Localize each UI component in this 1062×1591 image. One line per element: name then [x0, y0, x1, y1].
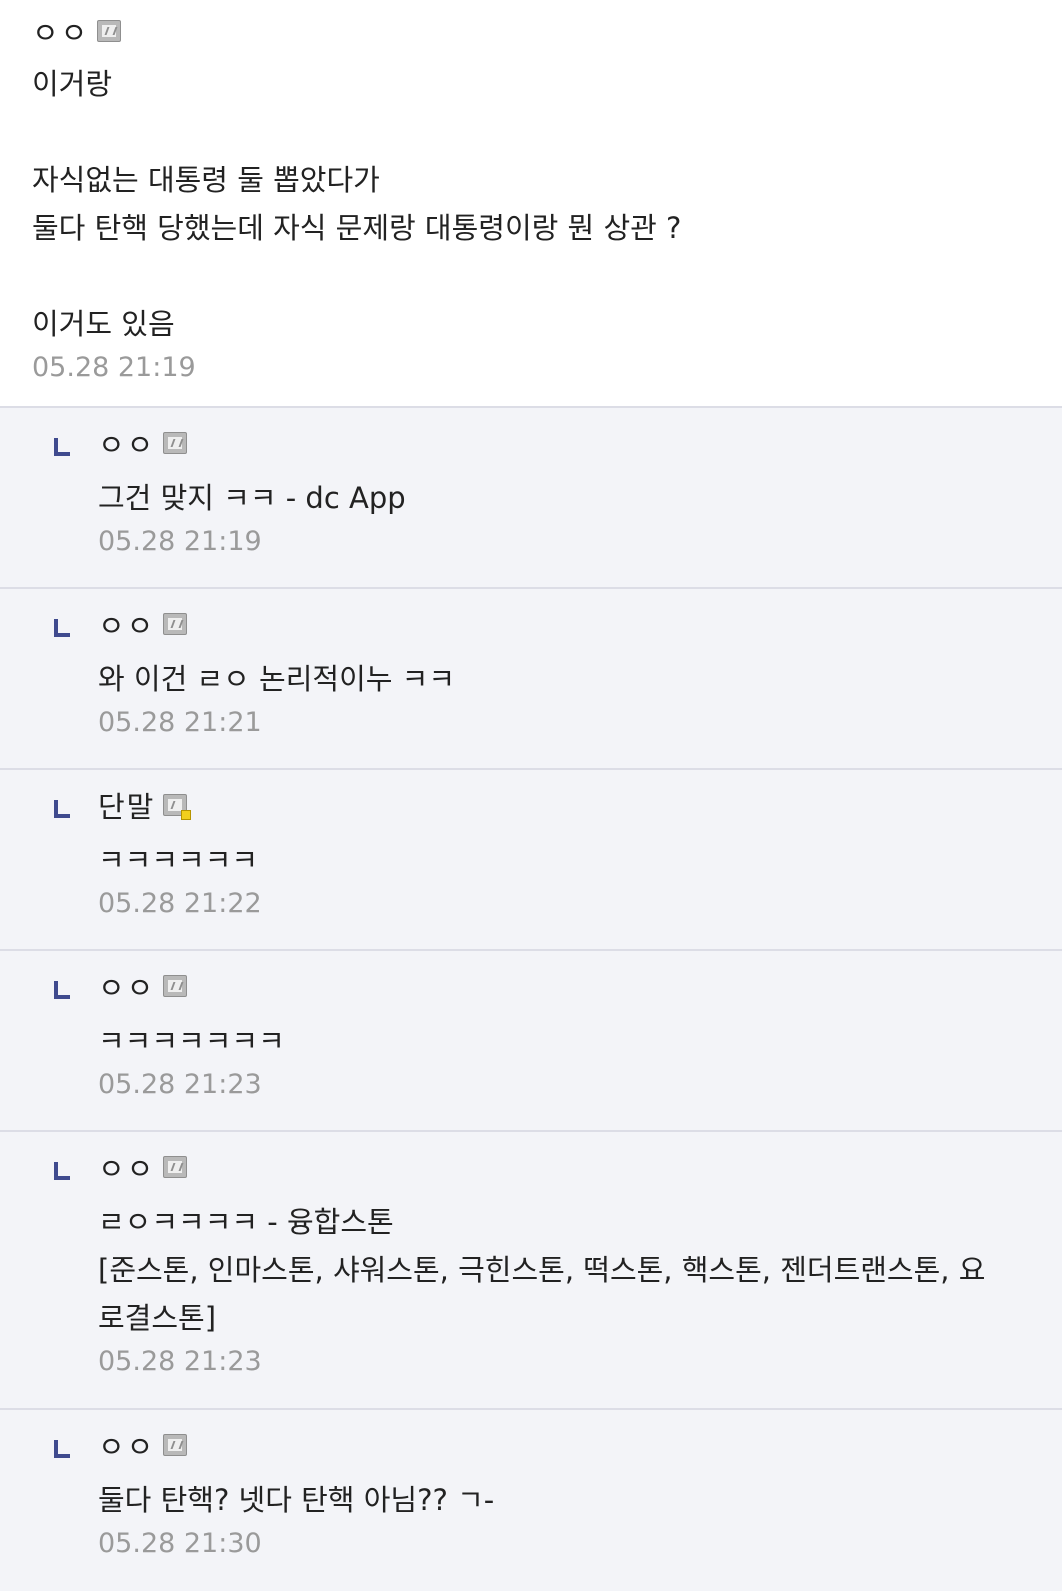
nickname-icon	[97, 20, 122, 42]
comment-text: 이거랑 자식없는 대통령 둘 뽑았다가 둘다 탄핵 당했는데 자식 문제랑 대통…	[32, 67, 682, 341]
reply-timestamp: 05.28 21:19	[98, 526, 262, 557]
reply-author-row: ㅇㅇ	[98, 603, 1030, 645]
reply-author[interactable]: ㅇㅇ	[98, 1146, 155, 1188]
reply-arrow-icon	[54, 800, 70, 818]
nickname-icon	[163, 432, 188, 454]
reply-item: ㅇㅇ 둘다 탄핵? 넷다 탄핵 아님?? ㄱ- 05.28 21:30	[0, 1410, 1062, 1591]
reply-item: ㅇㅇ 그건 맞지 ㅋㅋ - dc App 05.28 21:19	[0, 408, 1062, 589]
reply-text: ㄹㅇㅋㅋㅋㅋ - 융합스톤 [준스톤, 인마스톤, 샤워스톤, 극힌스톤, 떡스…	[98, 1205, 986, 1335]
reply-timestamp: 05.28 21:23	[98, 1069, 262, 1100]
comment-timestamp: 05.28 21:19	[32, 352, 196, 383]
reply-timestamp: 05.28 21:30	[98, 1528, 262, 1559]
nickname-icon	[163, 1156, 188, 1178]
nickname-icon	[163, 975, 188, 997]
reply-text: 둘다 탄핵? 넷다 탄핵 아님?? ㄱ-	[98, 1483, 495, 1517]
reply-arrow-icon	[54, 438, 70, 456]
reply-author-row: 단말	[98, 784, 1030, 826]
reply-text: ㅋㅋㅋㅋㅋㅋ	[98, 843, 259, 877]
reply-author-row: ㅇㅇ	[98, 965, 1030, 1007]
reply-author[interactable]: ㅇㅇ	[98, 603, 155, 645]
comment-author-row: ㅇㅇ	[32, 10, 1030, 52]
reply-author-row: ㅇㅇ	[98, 1146, 1030, 1188]
reply-timestamp: 05.28 21:21	[98, 707, 262, 738]
fixed-nickname-icon	[163, 794, 192, 820]
reply-author[interactable]: ㅇㅇ	[98, 422, 155, 464]
comment: ㅇㅇ 이거랑 자식없는 대통령 둘 뽑았다가 둘다 탄핵 당했는데 자식 문제랑…	[0, 0, 1062, 408]
reply-arrow-icon	[54, 619, 70, 637]
reply-author[interactable]: ㅇㅇ	[98, 965, 155, 1007]
reply-arrow-icon	[54, 981, 70, 999]
reply-text: 그건 맞지 ㅋㅋ - dc App	[98, 481, 406, 515]
reply-author[interactable]: 단말	[98, 784, 155, 826]
reply-item: ㅇㅇ ㅋㅋㅋㅋㅋㅋㅋ 05.28 21:23	[0, 951, 1062, 1132]
reply-item: ㅇㅇ 와 이건 ㄹㅇ 논리적이누 ㅋㅋ 05.28 21:21	[0, 589, 1062, 770]
reply-text: ㅋㅋㅋㅋㅋㅋㅋ	[98, 1024, 285, 1058]
reply-author[interactable]: ㅇㅇ	[98, 1424, 155, 1466]
nickname-icon	[163, 613, 188, 635]
nickname-icon	[163, 1434, 188, 1456]
reply-item: 단말 ㅋㅋㅋㅋㅋㅋ 05.28 21:22	[0, 770, 1062, 951]
reply-arrow-icon	[54, 1162, 70, 1180]
reply-timestamp: 05.28 21:22	[98, 888, 262, 919]
reply-arrow-icon	[54, 1440, 70, 1458]
reply-timestamp: 05.28 21:23	[98, 1346, 262, 1377]
reply-item: ㅇㅇ ㄹㅇㅋㅋㅋㅋ - 융합스톤 [준스톤, 인마스톤, 샤워스톤, 극힌스톤,…	[0, 1132, 1062, 1410]
reply-author-row: ㅇㅇ	[98, 1424, 1030, 1466]
fixed-nickname-badge	[181, 810, 192, 820]
comment-author[interactable]: ㅇㅇ	[32, 10, 89, 52]
reply-text: 와 이건 ㄹㅇ 논리적이누 ㅋㅋ	[98, 662, 456, 696]
reply-author-row: ㅇㅇ	[98, 422, 1030, 464]
